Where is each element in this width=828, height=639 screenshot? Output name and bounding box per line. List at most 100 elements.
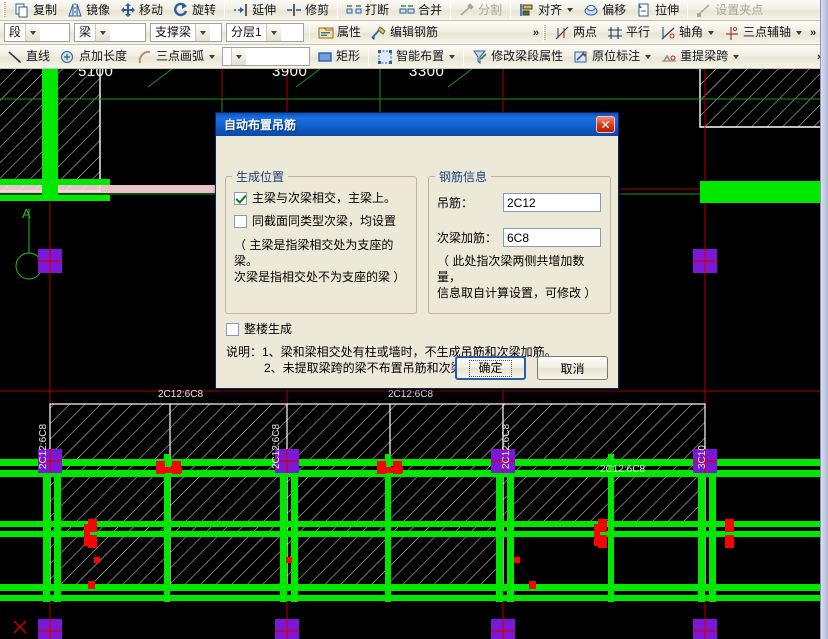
rebar-label: 2C12:6C8 <box>388 389 434 400</box>
additional-rebar-row: 次梁加筋： <box>437 228 602 247</box>
dialog-titlebar[interactable]: 自动布置吊筋 ✕ <box>216 113 618 136</box>
dialog-button-row: 确定 取消 <box>455 356 608 380</box>
draw-re-extract-span-dropdown-arrow[interactable] <box>733 54 740 59</box>
rebar-label: 2C12:6C8 <box>38 423 49 469</box>
modify-merge-button[interactable]: 合并 <box>394 1 447 20</box>
additional-rebar-input[interactable] <box>503 228 601 247</box>
modify-rotate-label: 旋转 <box>192 2 217 17</box>
axis-two-point-button[interactable]: 两点 <box>549 23 602 42</box>
layer-combo-arrow[interactable] <box>265 24 281 41</box>
story-combo[interactable]: 段 <box>4 23 70 42</box>
close-icon[interactable]: ✕ <box>596 116 615 133</box>
story-combo-arrow[interactable] <box>25 24 41 41</box>
draw-modify-beam-prop-button[interactable]: 修改梁段属性 <box>467 47 568 66</box>
draw-three-point-arc-button[interactable]: 三点画弧 <box>132 47 220 66</box>
merge-icon <box>399 2 415 18</box>
split-icon <box>459 2 475 18</box>
toolbar-separator <box>309 24 310 41</box>
axis-three-point-aux-axis-dropdown-arrow[interactable] <box>796 30 802 35</box>
position-note-line2: 次梁是指相交处不为支座的梁 ） <box>234 270 406 284</box>
axis-axis-angle-label: 轴角 <box>678 25 703 39</box>
axis-parallel-label: 平行 <box>625 25 650 39</box>
vertical-scrollbar[interactable] <box>820 0 828 639</box>
element-type-combo-text: 梁 <box>79 25 92 39</box>
axis-axis-angle-dropdown-arrow[interactable] <box>707 30 714 35</box>
element-type-combo-arrow[interactable] <box>95 24 111 41</box>
rectangle-icon <box>317 49 333 65</box>
same-section-checkbox[interactable] <box>234 215 247 228</box>
layer-combo[interactable]: 分层1 <box>226 23 304 42</box>
draw-line-label: 直线 <box>26 49 51 63</box>
draw-point-length-button[interactable]: 点加长度 <box>55 47 132 66</box>
modify-offset-button[interactable]: 偏移 <box>578 1 631 20</box>
generate-position-group: 生成位置 主梁与次梁相交，主梁上。 同截面同类型次梁，均设置 （ 主梁是指梁相交… <box>225 168 417 314</box>
whole-floor-checkbox-label: 整楼生成 <box>244 322 293 336</box>
toolbar-separator <box>337 1 339 19</box>
element-type-combo[interactable]: 梁 <box>74 23 146 42</box>
same-section-checkbox-row[interactable]: 同截面同类型次梁，均设置 <box>234 214 408 229</box>
modify-copy-label: 复制 <box>33 2 58 17</box>
primary-beam-checkbox-row[interactable]: 主梁与次梁相交，主梁上。 <box>234 191 408 206</box>
mirror-icon <box>67 2 83 18</box>
draw-line-button[interactable]: 直线 <box>2 47 55 66</box>
hanging-rebar-label: 吊筋： <box>437 196 474 210</box>
modify-extend-button[interactable]: 延伸 <box>228 1 281 20</box>
modify-copy-button[interactable]: 复制 <box>9 1 62 20</box>
draw-rectangle-button[interactable]: 矩形 <box>312 47 365 66</box>
edit-rebar-button[interactable]: 编辑钢筋 <box>366 23 443 42</box>
hanging-rebar-row: 吊筋： <box>437 193 602 212</box>
axis-two-point-label: 两点 <box>572 25 597 39</box>
break-icon <box>346 2 362 18</box>
ok-button[interactable]: 确定 <box>455 356 526 380</box>
draw-smart-layout-label: 智能布置 <box>396 49 445 63</box>
modify-align-label: 对齐 <box>538 2 563 17</box>
dialog-title: 自动布置吊筋 <box>224 118 297 132</box>
draw-blank-combo[interactable] <box>222 47 311 66</box>
hanging-rebar-input[interactable] <box>503 193 601 212</box>
axis-three-point-aux-axis-button[interactable]: 三点辅轴 <box>719 23 807 42</box>
properties-button[interactable]: 属性 <box>313 23 366 42</box>
whole-floor-checkbox-row[interactable]: 整楼生成 <box>226 322 292 337</box>
draw-smart-layout-dropdown-arrow[interactable] <box>449 54 456 59</box>
parallel-icon <box>607 25 623 41</box>
primary-beam-checkbox-label: 主梁与次梁相交，主梁上。 <box>252 191 397 205</box>
toolbar-grip[interactable] <box>3 2 6 18</box>
point-length-icon <box>60 49 76 65</box>
axis-axis-angle-button[interactable]: 轴角 <box>655 23 719 42</box>
modify-grip-point-button: 设置夹点 <box>691 1 768 20</box>
modify-trim-button[interactable]: 修剪 <box>281 1 334 20</box>
draw-blank-combo-arrow[interactable] <box>231 48 247 65</box>
element-toolbar-overflow[interactable]: » <box>530 24 542 42</box>
modify-stretch-label: 拉伸 <box>655 2 680 17</box>
toolbar-separator <box>687 1 689 19</box>
modify-align-dropdown-arrow[interactable] <box>567 8 574 12</box>
whole-floor-checkbox[interactable] <box>226 323 239 336</box>
modify-stretch-button[interactable]: 拉伸 <box>631 1 684 20</box>
draw-in-place-annotation-dropdown-arrow[interactable] <box>645 54 652 59</box>
modify-align-button[interactable]: 对齐 <box>514 1 578 20</box>
modify-move-button[interactable]: 移动 <box>115 1 168 20</box>
modify-rotate-button[interactable]: 旋转 <box>168 1 221 20</box>
element-subtype-combo-arrow[interactable] <box>195 24 211 41</box>
toolbar-separator <box>224 1 226 19</box>
primary-beam-checkbox[interactable] <box>234 192 247 205</box>
axis-three-point-aux-axis-label: 三点辅轴 <box>742 25 791 39</box>
draw-in-place-annotation-label: 原位标注 <box>592 49 641 63</box>
modify-break-button[interactable]: 打断 <box>341 1 394 20</box>
align-icon <box>519 2 535 18</box>
cancel-button[interactable]: 取消 <box>537 356 608 380</box>
axis-toolbar-grip[interactable] <box>542 24 546 41</box>
element-subtype-combo[interactable]: 支撑梁 <box>150 23 222 42</box>
rebar-label: 2C12:6C8 <box>271 423 282 469</box>
axis-parallel-button[interactable]: 平行 <box>602 23 655 42</box>
draw-three-point-arc-dropdown-arrow[interactable] <box>209 54 216 59</box>
draw-re-extract-span-button[interactable]: 重提梁跨 <box>656 47 744 66</box>
edit-rebar-label: 编辑钢筋 <box>390 25 439 39</box>
axis-toolbar-overflow[interactable]: » <box>807 24 819 42</box>
dimension-label: 3300 <box>409 69 445 80</box>
axis-angle-icon <box>660 25 676 41</box>
draw-in-place-annotation-button[interactable]: 原位标注 <box>568 47 656 66</box>
rebar-label: 2C12:6C8 <box>501 423 512 469</box>
draw-smart-layout-button[interactable]: 智能布置 <box>372 47 460 66</box>
modify-mirror-button[interactable]: 镜像 <box>62 1 115 20</box>
